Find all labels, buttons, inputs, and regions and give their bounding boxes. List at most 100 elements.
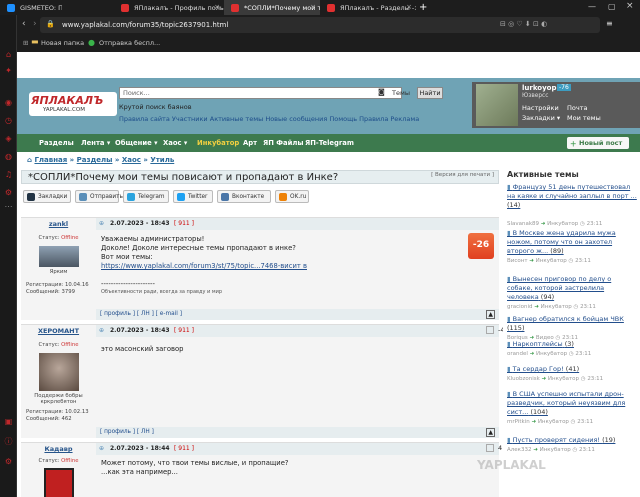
scroll-up-icon[interactable]: ▲ (486, 310, 495, 319)
post-author[interactable]: zankl (21, 220, 96, 228)
site-logo[interactable]: ЯПЛАКАЛЪ YAPLAKAL.COM (29, 92, 117, 116)
nav-incubator[interactable]: Инкубатор (197, 139, 239, 147)
bookmarks-link[interactable]: Закладки ▾ (522, 114, 560, 122)
sidebar-player-icon[interactable]: ▣ (3, 416, 14, 427)
user-avatar[interactable] (39, 246, 79, 267)
post-number[interactable]: [ 911 ] (174, 327, 194, 334)
forward-icon[interactable]: › (33, 19, 37, 29)
new-tab-button[interactable]: + (419, 2, 427, 13)
topic-section[interactable]: Инкубатор (547, 221, 578, 227)
toolbar-icons[interactable]: ⊟ ◎ ♡ ⬇ ⊡ ◐ (500, 20, 547, 28)
topic-section[interactable]: Инкубатор (536, 351, 567, 357)
active-topic-link[interactable]: ▮ Французу 51 день путешествовал на каяк… (507, 183, 637, 210)
user-avatar[interactable] (39, 353, 79, 391)
topic-section[interactable]: Инкубатор (536, 258, 567, 264)
bookmark-sms[interactable]: Отправка беспл... (99, 39, 160, 47)
post-actions[interactable]: [ профиль ] [ ЛН ] [ e-mail ] (100, 311, 182, 317)
nav-talk[interactable]: Общение ▾ (115, 139, 158, 147)
tab-gismeteo[interactable]: GISMETEO: Погода в Моск (0, 0, 62, 15)
topic-author[interactable]: gracionid (507, 304, 533, 310)
nav-feed[interactable]: Лента ▾ (81, 139, 110, 147)
active-topics-title: Активные темы (507, 170, 579, 179)
minimize-button[interactable]: — (588, 2, 596, 11)
active-topic-link[interactable]: ▮ Пусть проверят сидения! (19) (507, 436, 637, 445)
post-number[interactable]: [ 911 ] (174, 220, 194, 227)
close-tab-icon[interactable]: × (406, 3, 412, 11)
tab-topic-active[interactable]: *СОПЛИ*Почему мои те × (224, 0, 320, 15)
share-twitter-button[interactable]: Twitter (173, 190, 213, 203)
sidebar-chat-icon[interactable]: ◍ (3, 151, 14, 162)
sidebar-cube-icon[interactable]: ◈ (3, 133, 14, 144)
back-icon[interactable]: ‹ (22, 19, 26, 29)
post-author[interactable]: Кадавр (21, 445, 96, 453)
camera-icon[interactable]: ◙ (378, 88, 385, 96)
post-actions[interactable]: [ профиль ] [ ЛН ] (100, 429, 154, 435)
topic-section[interactable]: Инкубатор (538, 419, 569, 425)
maximize-button[interactable]: ▢ (608, 2, 616, 11)
nav-chaos[interactable]: Хаос ▾ (163, 139, 187, 147)
active-topic-link[interactable]: ▮ В Москве жена ударила мужа ножом, пото… (507, 229, 637, 256)
share-send-button[interactable]: Отправить (75, 190, 123, 203)
avatar[interactable] (476, 84, 518, 126)
topic-author[interactable]: Алек332 (507, 447, 531, 453)
scroll-up-icon[interactable]: ▲ (486, 428, 495, 437)
topic-section[interactable]: Инкубатор (548, 376, 579, 382)
menu-icon[interactable]: ≡ (606, 19, 613, 28)
new-post-button[interactable]: ＋ Новый пост (567, 137, 629, 149)
nav-art[interactable]: Арт (243, 139, 257, 147)
link-icon: ⊕ (99, 445, 105, 452)
address-bar[interactable]: 🔒 www.yaplakal.com/forum35/topic2637901.… (40, 17, 600, 33)
apps-icon[interactable]: ⊞ (23, 39, 28, 47)
share-bookmarks-button[interactable]: Закладки (23, 190, 71, 203)
mail-link[interactable]: Почта (567, 104, 587, 112)
sidebar-more-icon[interactable]: ⋯ (3, 201, 14, 212)
topic-section[interactable]: Инкубатор (541, 304, 572, 310)
post-author[interactable]: ХЕРОМАНТ (21, 327, 96, 335)
sidebar-star-icon[interactable]: ✦ (3, 65, 14, 76)
post-number[interactable]: [ 911 ] (174, 445, 194, 452)
search-input[interactable]: Поиск... ◙ Темы (119, 87, 410, 99)
close-tab-icon[interactable]: × (214, 3, 220, 11)
topic-author[interactable]: orandel (507, 351, 528, 357)
active-topic-link[interactable]: ▮ В США успешно испытали дрон-разведчик,… (507, 390, 637, 417)
post: ⊕ 2.07.2023 - 18:44 [ 911 ] 4 Кадавр Ста… (21, 442, 518, 497)
sidebar-settings-bottom-icon[interactable]: ⚙ (3, 456, 14, 467)
topic-author[interactable]: mrPitkin (507, 419, 530, 425)
sidebar-settings-icon[interactable]: ⚙ (3, 187, 14, 198)
nav-sections[interactable]: Разделы (39, 139, 74, 147)
sidebar-info-icon[interactable]: ⓘ (3, 436, 14, 447)
user-avatar[interactable] (44, 468, 74, 497)
sidebar-camera-icon[interactable]: ◉ (3, 97, 14, 108)
vote-icon[interactable] (486, 444, 494, 452)
close-window-button[interactable]: × (626, 1, 634, 11)
active-topic-link[interactable]: ▮ Вагнер обратился к бойцам ЧВК (115) (507, 315, 637, 333)
close-tab-icon[interactable]: × (310, 3, 316, 11)
post-link[interactable]: https://www.yaplakal.com/forum3/st/75/to… (101, 262, 307, 271)
vote-icon[interactable] (486, 326, 494, 334)
active-topic-link[interactable]: ▮ Вынесен приговор по делу о собаке, кот… (507, 275, 637, 302)
share-telegram-button[interactable]: Telegram (123, 190, 169, 203)
sidebar-home-icon[interactable]: ⌂ (3, 49, 14, 60)
topic-author[interactable]: Slavanak89 (507, 221, 539, 227)
nav-files[interactable]: ЯП Файлы (263, 139, 304, 147)
print-version-link[interactable]: [ Версия для печати ] (431, 172, 494, 178)
active-topic-link[interactable]: ▮ Та сердар Гор! (41) (507, 365, 637, 374)
sidebar-clock-icon[interactable]: ◷ (3, 115, 14, 126)
settings-link[interactable]: Настройки (522, 104, 559, 112)
topic-author[interactable]: Kluobzonisk (507, 376, 540, 382)
topic-section[interactable]: Инкубатор (540, 447, 571, 453)
nav-telegram[interactable]: ЯП-Telegram (305, 139, 354, 147)
topic-time: 23:11 (577, 419, 594, 425)
tab-sections[interactable]: ЯПлакалъ - Разделы -> Ц× (320, 0, 416, 15)
share-ok-button[interactable]: OK.ru (275, 190, 309, 203)
active-topic-link[interactable]: ▮ Наркоптлейсы (3) (507, 340, 637, 349)
search-button[interactable]: Найти (417, 87, 443, 99)
topic-author[interactable]: Висонт (507, 258, 528, 264)
share-vk-button[interactable]: Вконтакте (217, 190, 271, 203)
search-scope[interactable]: Темы (392, 89, 410, 97)
bookmark-folder[interactable]: Новая папка (41, 39, 84, 47)
my-topics-link[interactable]: Мои темы (567, 114, 601, 122)
tab-profile[interactable]: ЯПлакалъ - Профиль поль × (114, 0, 224, 15)
username[interactable]: lurkoyop (522, 84, 557, 92)
sidebar-music-icon[interactable]: ♫ (3, 169, 14, 180)
